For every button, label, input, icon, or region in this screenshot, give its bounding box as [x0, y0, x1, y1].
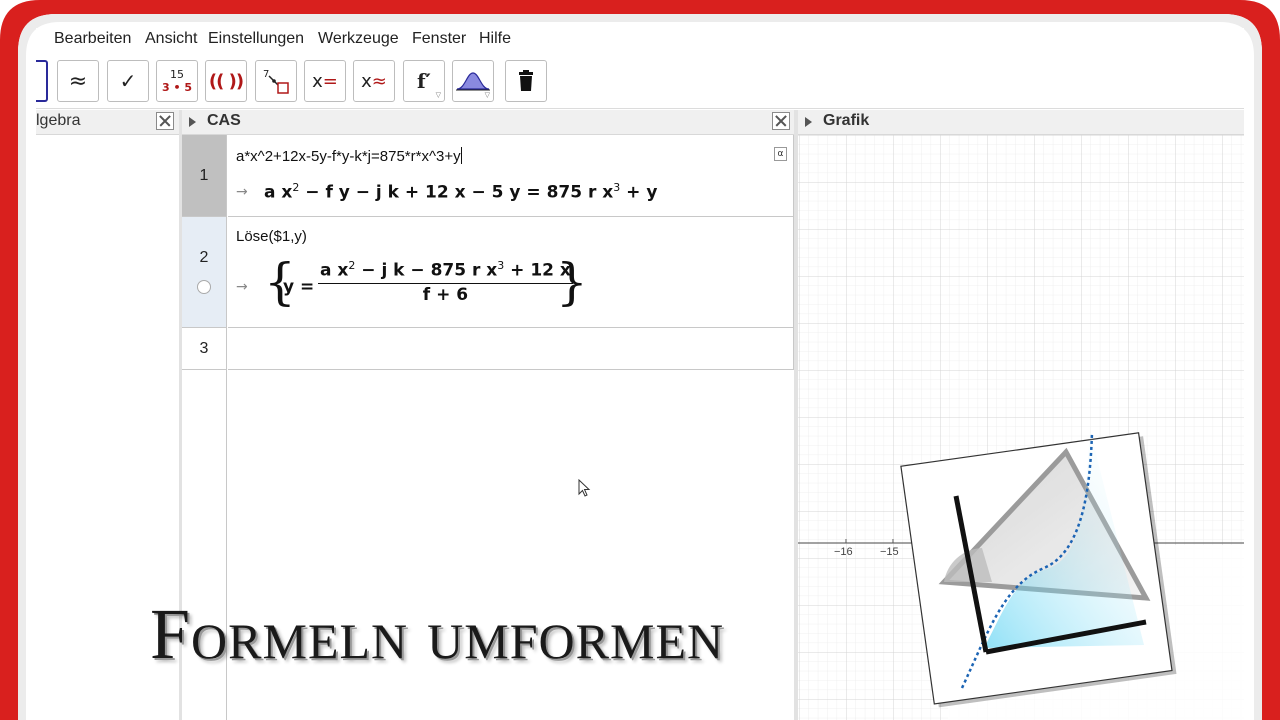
video-title: Formeln umformen — [150, 594, 725, 674]
cas-row-number-2[interactable]: 2 — [182, 217, 227, 328]
cas-panel-header: CAS — [182, 110, 794, 135]
cas-input-1-text: a*x^2+12x-5y-f*y-k*j=875*r*x^3+y — [236, 148, 461, 165]
evaluate-tool-button[interactable] — [36, 60, 48, 102]
menu-ansicht[interactable]: Ansicht — [145, 30, 197, 48]
substitute-icon: 7 — [263, 69, 289, 94]
text-cursor — [460, 147, 462, 164]
menu-bar: Bearbeiten Ansicht Einstellungen Werkzeu… — [36, 28, 1244, 52]
menu-einstellungen[interactable]: Einstellungen — [208, 30, 304, 48]
factor-icon-top: 15 — [170, 68, 184, 81]
output-arrow-1: → — [236, 184, 248, 200]
cas-input-2[interactable]: Löse($1,y) — [236, 228, 307, 245]
solution-fraction: a x2 − j k − 875 r x3 + 12 x f + 6 — [318, 259, 573, 305]
x-axis-label-minus-16: −16 — [834, 546, 853, 558]
show-in-graphics-toggle[interactable] — [197, 280, 211, 294]
cas-row-3[interactable] — [228, 328, 794, 370]
solution-variable: y = — [283, 277, 315, 297]
check-icon: ✓ — [119, 69, 137, 93]
substitute-tool-button[interactable]: 7 — [255, 60, 297, 102]
toolbar: ≈ ✓ 15 3 • 5 (( )) 7 x= x≈ f′ ▽ ▽ — [36, 58, 1244, 109]
derivative-icon: f′ — [417, 69, 431, 93]
approx-icon: ≈ — [68, 68, 88, 94]
expand-tool-button[interactable]: (( )) — [205, 60, 247, 102]
nsolve-tool-button[interactable]: x≈ — [353, 60, 395, 102]
cas-row-number-2-text: 2 — [199, 249, 209, 266]
algebra-panel-header: lgebra — [36, 110, 179, 135]
math-logo-card — [900, 430, 1177, 708]
factor-tool-button[interactable]: 15 3 • 5 — [156, 60, 198, 102]
trash-icon — [519, 70, 533, 91]
cas-row-number-3[interactable]: 3 — [182, 328, 227, 370]
grafik-panel-header: Grafik — [798, 110, 1244, 135]
dropdown-triangle-icon: ▽ — [435, 91, 441, 99]
factor-icon: 15 3 • 5 — [162, 68, 192, 94]
algebra-panel-title: lgebra — [36, 112, 81, 129]
cas-row-1[interactable]: a*x^2+12x-5y-f*y-k*j=875*r*x^3+y α → a x… — [228, 135, 794, 217]
cas-input-1[interactable]: a*x^2+12x-5y-f*y-k*j=875*r*x^3+y — [236, 147, 462, 165]
cas-output-1: a x2 − f y − j k + 12 x − 5 y = 875 r x3… — [264, 181, 658, 203]
nsolve-icon: x≈ — [361, 70, 387, 92]
menu-hilfe[interactable]: Hilfe — [479, 30, 511, 48]
right-brace: } — [556, 253, 588, 311]
cas-close-icon[interactable] — [772, 112, 790, 130]
menu-werkzeuge[interactable]: Werkzeuge — [318, 30, 399, 48]
factor-icon-bottom: 3 • 5 — [162, 81, 192, 94]
approx-tool-button[interactable]: ≈ — [57, 60, 99, 102]
alpha-keyboard-badge[interactable]: α — [774, 147, 787, 161]
dropdown-triangle-icon: ▽ — [484, 91, 490, 99]
mouse-pointer-icon — [578, 479, 591, 497]
grafik-collapse-icon[interactable] — [805, 117, 812, 127]
solve-tool-button[interactable]: x= — [304, 60, 346, 102]
derivative-tool-button[interactable]: f′ ▽ — [403, 60, 445, 102]
solve-icon: x= — [312, 70, 338, 92]
cas-row-2[interactable]: Löse($1,y) → { y = a x2 − j k − 875 r x3… — [228, 217, 794, 328]
svg-text:7: 7 — [263, 69, 269, 80]
menu-bearbeiten[interactable]: Bearbeiten — [54, 30, 131, 48]
cas-panel-title: CAS — [207, 112, 241, 129]
cas-collapse-icon[interactable] — [189, 117, 196, 127]
check-tool-button[interactable]: ✓ — [107, 60, 149, 102]
fraction-denominator: f + 6 — [422, 285, 469, 306]
parentheses-icon: (( )) — [208, 70, 244, 92]
output-arrow-2: → — [236, 279, 248, 295]
menu-fenster[interactable]: Fenster — [412, 30, 466, 48]
algebra-close-icon[interactable] — [156, 112, 174, 130]
grafik-panel-title: Grafik — [823, 112, 870, 129]
probability-tool-button[interactable]: ▽ — [452, 60, 494, 102]
fraction-numerator: a x2 − j k − 875 r x3 + 12 x — [320, 259, 571, 281]
delete-tool-button[interactable] — [505, 60, 547, 102]
cas-row-number-1[interactable]: 1 — [182, 135, 227, 217]
